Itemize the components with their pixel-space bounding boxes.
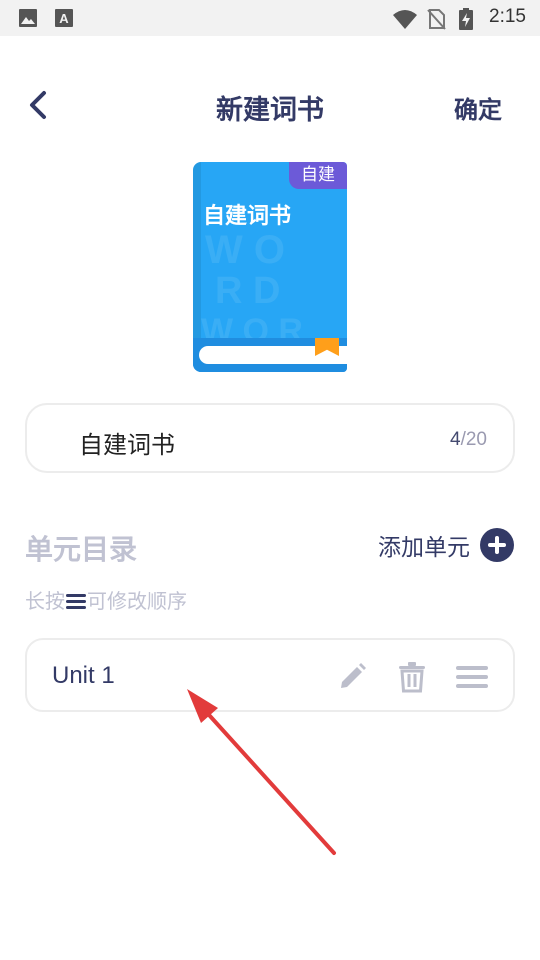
add-unit-button[interactable]: 添加单元 <box>378 527 514 563</box>
reorder-hint: 长按 可修改顺序 <box>25 589 187 613</box>
confirm-button[interactable]: 确定 <box>454 90 502 125</box>
pencil-icon[interactable] <box>335 660 369 694</box>
drag-handle-icon <box>66 594 86 609</box>
add-unit-label: 添加单元 <box>378 535 470 561</box>
nav-bar: 新建词书 确定 <box>0 70 540 142</box>
char-counter: 4/20 <box>450 429 487 450</box>
wifi-icon <box>393 10 417 29</box>
book-pages <box>193 338 347 372</box>
annotation-arrow <box>187 689 336 855</box>
font-icon: A <box>55 9 73 27</box>
image-icon <box>19 9 37 27</box>
plus-circle-icon <box>480 528 514 562</box>
unit-name: Unit 1 <box>52 662 115 689</box>
book-name-field[interactable]: 自建词书 4/20 <box>25 403 515 473</box>
book-cover[interactable]: W O R D W O R 自建 自建词书 <box>193 162 347 372</box>
status-time: 2:15 <box>489 6 526 27</box>
book-tag: 自建 <box>289 162 347 189</box>
status-bar: A 2:15 <box>0 0 540 36</box>
drag-handle-icon[interactable] <box>455 660 489 694</box>
battery-charging-icon <box>459 8 473 30</box>
unit-row[interactable]: Unit 1 <box>25 638 515 712</box>
book-name-value: 自建词书 <box>79 431 175 459</box>
svg-text:A: A <box>59 11 69 26</box>
section-title: 单元目录 <box>25 533 138 566</box>
no-sim-icon <box>427 9 446 30</box>
book-cover-title: 自建词书 <box>203 204 292 229</box>
trash-icon[interactable] <box>395 660 429 694</box>
